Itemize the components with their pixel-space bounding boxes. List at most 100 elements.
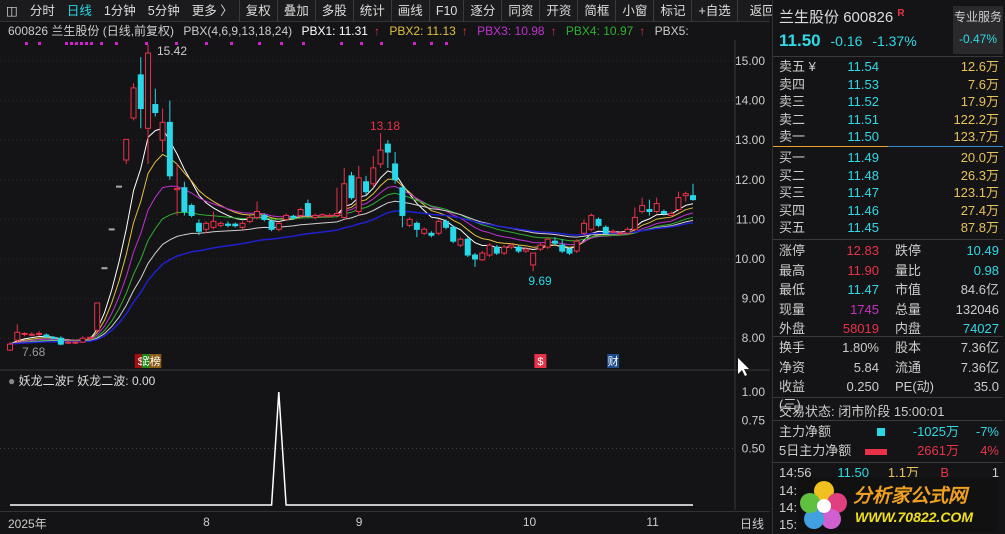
candle bbox=[639, 197, 646, 214]
candle-body bbox=[450, 226, 457, 242]
signal-dot bbox=[360, 42, 363, 45]
tab-daily[interactable]: 日线 bbox=[61, 0, 98, 22]
bid-row[interactable]: 买一 11.49 20.0万 bbox=[779, 149, 999, 167]
logo-text: 分析家公式网 bbox=[853, 486, 968, 507]
toolbar-button[interactable]: 复权 bbox=[238, 0, 277, 22]
tab-5min[interactable]: 5分钟 bbox=[142, 0, 186, 22]
candle-body bbox=[690, 195, 696, 201]
tab-more[interactable]: 更多 〉 bbox=[186, 0, 239, 22]
lower-indicator-name[interactable]: 妖龙二波F bbox=[19, 374, 74, 388]
event-marker[interactable]: 财 bbox=[608, 354, 619, 368]
tick-time: 15: bbox=[779, 517, 798, 532]
toolbar-button[interactable]: 简框 bbox=[577, 0, 615, 22]
collapse-icon[interactable]: ● bbox=[8, 374, 15, 388]
up-arrow-icon: ↑ bbox=[461, 24, 468, 38]
ask-row[interactable]: 卖二 11.51 122.2万 bbox=[779, 111, 999, 129]
pbx4-value: PBX4: 10.97 bbox=[565, 24, 634, 38]
toolbar-button[interactable]: 统计 bbox=[352, 0, 391, 22]
candle bbox=[57, 336, 64, 346]
price-tick-label: 10.00 bbox=[735, 252, 765, 266]
tab-1min[interactable]: 1分钟 bbox=[98, 0, 142, 22]
toolbar-button[interactable]: 同资 bbox=[501, 0, 539, 22]
toolbar-button[interactable]: 小窗 bbox=[615, 0, 653, 22]
stat-label: 换手 bbox=[779, 340, 806, 355]
candle bbox=[413, 221, 420, 238]
toolbar-button[interactable]: 逐分 bbox=[463, 0, 501, 22]
ask-row[interactable]: 卖四 11.53 7.6万 bbox=[779, 76, 999, 94]
signal-dot bbox=[445, 42, 448, 45]
candle-body bbox=[101, 267, 108, 270]
bid-row[interactable]: 买四 11.46 27.4万 bbox=[779, 202, 999, 220]
ask-row[interactable]: 卖五 ¥ 11.54 12.6万 bbox=[779, 58, 999, 76]
stat-value: 132046 bbox=[955, 301, 999, 317]
flow-pct: 4% bbox=[980, 443, 999, 458]
stat-row: 最低 11.47 市值 84.6亿 bbox=[779, 281, 999, 299]
level-price: 11.50 bbox=[847, 129, 879, 145]
candle-body bbox=[522, 248, 529, 252]
level-label: 卖五 ¥ bbox=[779, 59, 816, 74]
candle-body bbox=[355, 177, 362, 212]
ask-row[interactable]: 卖三 11.52 17.9万 bbox=[779, 93, 999, 111]
level-volume: 26.3万 bbox=[960, 167, 999, 183]
candle-body bbox=[566, 248, 573, 254]
candle bbox=[479, 251, 486, 261]
layout-toggle-icon[interactable]: ◫ bbox=[0, 0, 24, 22]
stat-value: 11.90 bbox=[847, 262, 879, 278]
stat-label: 跌停 bbox=[895, 243, 922, 258]
period-label[interactable]: 日线 bbox=[740, 515, 764, 532]
candle-body bbox=[152, 104, 159, 113]
candle-body bbox=[333, 212, 340, 216]
candle bbox=[457, 237, 464, 248]
candle-body bbox=[254, 210, 261, 218]
stat-row: 收益(三) 0.250 PE(动) 35.0 bbox=[779, 378, 999, 412]
bid-row[interactable]: 买三 11.47 123.1万 bbox=[779, 184, 999, 202]
candle-body bbox=[581, 222, 588, 234]
toolbar-button[interactable]: 画线 bbox=[390, 0, 429, 22]
toolbar-button[interactable]: +自选 bbox=[691, 0, 736, 22]
event-marker[interactable]: 榜 bbox=[150, 354, 161, 368]
toolbar-button[interactable]: 多股 bbox=[314, 0, 353, 22]
candle-body bbox=[551, 240, 558, 244]
pro-service-button[interactable]: 专业服务 -0.47% bbox=[953, 6, 1003, 54]
level-price: 11.52 bbox=[847, 94, 879, 110]
level-label: 买一 bbox=[779, 150, 806, 165]
candle-body bbox=[537, 244, 544, 250]
stat-value: 35.0 bbox=[973, 379, 999, 394]
bid-row[interactable]: 买五 11.45 87.8万 bbox=[779, 219, 999, 237]
candle-body bbox=[508, 244, 515, 248]
candle-body bbox=[493, 246, 500, 254]
level-volume: 17.9万 bbox=[960, 94, 999, 110]
signal-dot bbox=[205, 42, 208, 45]
level-price: 11.48 bbox=[847, 167, 879, 183]
last-price: 11.50 bbox=[779, 31, 821, 50]
candle bbox=[530, 252, 537, 272]
candle bbox=[36, 331, 43, 337]
candle-body bbox=[108, 228, 115, 231]
stat-label: 净资 bbox=[779, 359, 806, 375]
candle bbox=[166, 100, 173, 180]
candle bbox=[573, 239, 580, 254]
tick-time: 14: bbox=[779, 483, 798, 498]
price-tick-label: 13.00 bbox=[735, 133, 765, 147]
lower-tick-label: 1.00 bbox=[742, 385, 766, 399]
toolbar-button[interactable]: 标记 bbox=[653, 0, 691, 22]
candle-body bbox=[79, 337, 86, 343]
bid-row[interactable]: 买二 11.48 26.3万 bbox=[779, 167, 999, 185]
candle bbox=[653, 197, 660, 214]
toolbar-button[interactable]: F10 bbox=[428, 0, 464, 22]
candlestick-chart[interactable]: 15.00 14.00 13.00 12.00 11.00 10.00 9.00 8.00 15… bbox=[0, 40, 770, 510]
stat-value: 11.47 bbox=[847, 282, 879, 297]
stock-name: 兰生股份 bbox=[779, 9, 840, 26]
event-marker[interactable]: $ bbox=[537, 356, 543, 368]
indicator-name[interactable]: PBX(4,6,9,13,18,24) bbox=[183, 24, 292, 38]
tab-fenshi[interactable]: 分时 bbox=[24, 0, 61, 22]
level-label: 卖三 bbox=[779, 94, 806, 110]
candle-body bbox=[188, 205, 195, 216]
ask-row[interactable]: 卖一 11.50 123.7万 bbox=[779, 128, 999, 146]
toolbar-button[interactable]: 开资 bbox=[539, 0, 577, 22]
candle bbox=[28, 332, 35, 337]
toolbar-button[interactable]: 叠加 bbox=[276, 0, 315, 22]
candle-body bbox=[203, 222, 210, 230]
candle-body bbox=[217, 222, 224, 226]
candle-body bbox=[479, 252, 486, 261]
